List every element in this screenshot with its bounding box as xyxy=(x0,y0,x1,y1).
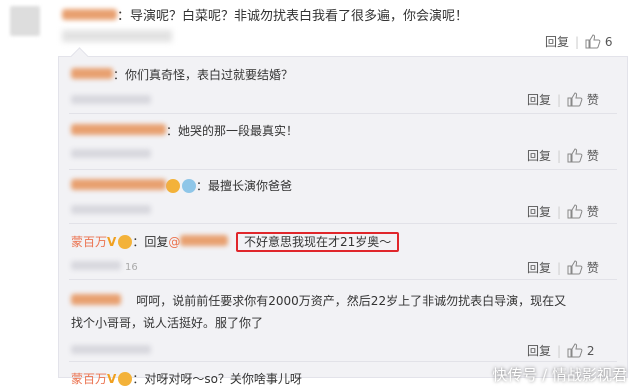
reply-actions: 回复 | 2 xyxy=(527,343,595,358)
like-button[interactable]: 2 xyxy=(567,343,595,358)
main-comment-time xyxy=(62,30,172,42)
like-label: 赞 xyxy=(586,261,599,275)
reply-button[interactable]: 回复 xyxy=(527,205,551,219)
reply-item-continued: 找个小哥哥，说人活挺好。服了你了 xyxy=(71,315,263,332)
reply-author[interactable]: 蒙百万 xyxy=(71,372,107,386)
reply-actions: 回复 | 赞 xyxy=(527,148,599,163)
reply-button[interactable]: 回复 xyxy=(527,93,551,107)
like-button[interactable]: 赞 xyxy=(567,204,599,219)
reply-button[interactable]: 回复 xyxy=(527,149,551,163)
like-button[interactable]: 赞 xyxy=(567,148,599,163)
reply-text-line1: 呵呵，说前前任要求你有2000万资产，然后22岁上了非诚勿扰表白导演，现在又 xyxy=(136,294,567,308)
reply-author[interactable] xyxy=(71,68,113,79)
avatar[interactable] xyxy=(10,6,40,36)
emoji-icon xyxy=(166,179,180,193)
commenter-name[interactable] xyxy=(62,9,117,20)
reply-author[interactable] xyxy=(71,124,166,135)
divider xyxy=(69,169,617,170)
reply-text: ：对呀对呀～so？关你啥事儿呀 xyxy=(132,372,302,386)
reply-item: ：她哭的那一段最真实！ xyxy=(71,123,298,140)
reply-text: ：最擅长演你爸爸 xyxy=(196,179,293,193)
like-label: 赞 xyxy=(586,149,599,163)
verified-badge-icon: V xyxy=(107,235,117,249)
reply-actions: 回复 | 赞 xyxy=(527,92,599,107)
mention-name[interactable] xyxy=(180,235,229,246)
reply-text: ：你们真奇怪，表白过就要结婚？ xyxy=(113,68,294,82)
thumbs-up-icon xyxy=(567,343,583,358)
highlighted-reply-text: 不好意思我现在才21岁奥～ xyxy=(235,232,400,252)
thumbs-up-icon xyxy=(567,92,583,107)
reply-time xyxy=(71,95,151,104)
reply-actions: 回复 | 赞 xyxy=(527,260,599,275)
main-comment-text: ：导演呢？白菜呢？非诚勿扰表白我看了很多遍，你会演呢！ xyxy=(117,9,469,24)
reply-button[interactable]: 回复 xyxy=(527,344,551,358)
like-button[interactable]: 赞 xyxy=(567,92,599,107)
like-label: 赞 xyxy=(586,93,599,107)
reply-item: 蒙百万V ：对呀对呀～so？关你啥事儿呀 xyxy=(71,371,302,388)
main-comment-actions: 回复 | 6 xyxy=(545,34,613,49)
reply-time: 16 xyxy=(71,261,138,273)
thumbs-up-icon xyxy=(585,34,601,49)
reply-time xyxy=(71,345,151,354)
verified-badge-icon: V xyxy=(107,372,117,386)
mention-link[interactable]: @ xyxy=(168,235,180,249)
reply-item: ：你们真奇怪，表白过就要结婚？ xyxy=(71,67,293,84)
reply-button[interactable]: 回复 xyxy=(527,261,551,275)
like-count: 6 xyxy=(604,35,613,49)
reply-item: 蒙百万V ：回复@ 不好意思我现在才21岁奥～ xyxy=(71,232,400,252)
divider xyxy=(69,279,617,280)
balloon-icon xyxy=(182,179,196,193)
main-comment: ：导演呢？白菜呢？非诚勿扰表白我看了很多遍，你会演呢！ xyxy=(62,8,468,26)
reply-author[interactable]: 蒙百万 xyxy=(71,235,107,249)
reply-button[interactable]: 回复 xyxy=(545,35,569,49)
reply-item: 呵呵，说前前任要求你有2000万资产，然后22岁上了非诚勿扰表白导演，现在又 xyxy=(71,293,566,310)
thumbs-up-icon xyxy=(567,260,583,275)
reply-author[interactable] xyxy=(71,294,121,305)
divider xyxy=(69,223,617,224)
reply-item: ：最擅长演你爸爸 xyxy=(71,178,292,195)
thumbs-up-icon xyxy=(567,148,583,163)
thumbs-up-icon xyxy=(567,204,583,219)
watermark: 快传号 / 情战影视君 xyxy=(492,366,627,384)
reply-time xyxy=(71,149,151,158)
reply-author[interactable] xyxy=(71,179,166,190)
reply-text-line2: 找个小哥哥，说人活挺好。服了你了 xyxy=(71,316,264,330)
divider xyxy=(69,361,617,362)
like-button[interactable]: 赞 xyxy=(567,260,599,275)
replies-container: ：你们真奇怪，表白过就要结婚？ 回复 | 赞 ：她哭的那一段最真实！ 回复 | 赞 … xyxy=(58,56,628,386)
divider xyxy=(69,113,617,114)
like-count: 2 xyxy=(586,344,595,358)
reply-actions: 回复 | 赞 xyxy=(527,204,599,219)
reply-middle: ：回复 xyxy=(132,235,169,249)
like-button[interactable]: 6 xyxy=(585,34,613,49)
emoji-icon xyxy=(118,372,133,386)
reply-time xyxy=(71,205,151,214)
emoji-icon xyxy=(118,235,133,249)
like-label: 赞 xyxy=(586,205,599,219)
reply-text: ：她哭的那一段最真实！ xyxy=(166,124,299,138)
